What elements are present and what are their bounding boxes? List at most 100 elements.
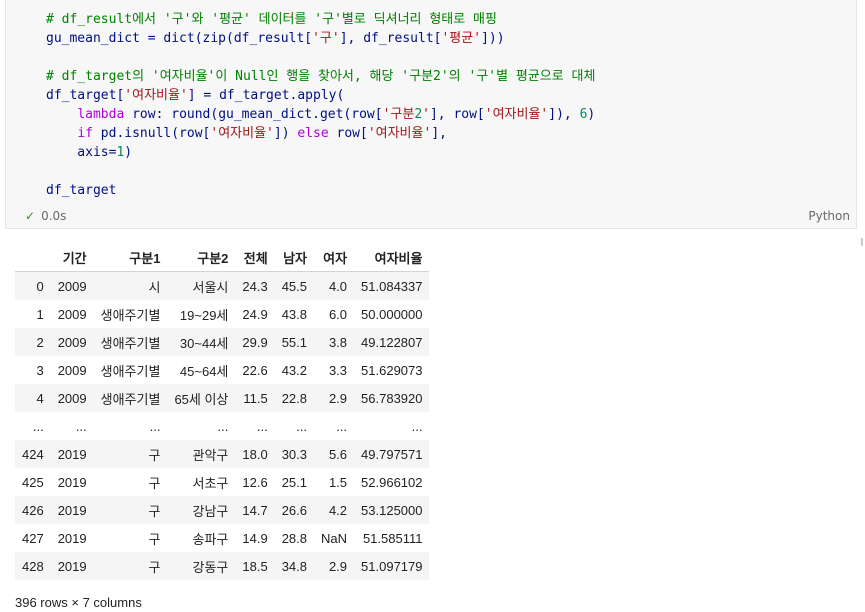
code-text: if pd.isnull(row['여자비율']) else row['여자비율…	[77, 126, 447, 141]
row-index: 428	[22, 558, 44, 574]
table-cell: 2019	[57, 530, 87, 546]
code-editor[interactable]: # df_result에서 '구'와 '평균' 데이터를 '구'별로 딕셔너리 …	[46, 10, 595, 200]
table-cell: 18.0	[242, 446, 268, 462]
row-index: 2	[36, 334, 44, 350]
code-text: df_target['여자비율'] = df_target.apply(	[46, 88, 345, 103]
table-cell: 19~29세	[179, 307, 229, 323]
code-line: df_target	[46, 181, 595, 200]
table-cell: 14.7	[242, 502, 268, 518]
table-cell: 강동구	[192, 559, 229, 575]
column-header: 남자	[274, 243, 315, 272]
execution-time: 0.0s	[41, 209, 67, 223]
table-cell: 2.9	[328, 390, 348, 406]
row-index: ...	[32, 418, 44, 434]
table-cell: ...	[411, 418, 423, 434]
table-cell: NaN	[321, 530, 348, 546]
table-cell: 3.3	[328, 362, 348, 378]
dataframe-shape: 396 rows × 7 columns	[15, 595, 142, 610]
column-header: 구분1	[93, 243, 168, 272]
row-index: 426	[22, 502, 44, 518]
table-cell: 11.5	[243, 390, 268, 406]
column-header: 전체	[235, 243, 275, 272]
table-row: 4 2009 생애주기별 65세 이상 11.5 22.8 2.9 56.783920	[15, 384, 430, 412]
table-cell: 2.9	[328, 558, 348, 574]
table-row: 424 2019 구 관악구 18.0 30.3 5.6 49.797571	[15, 440, 430, 468]
table-cell: 30~44세	[179, 335, 229, 351]
table-row: ........................	[15, 412, 429, 440]
table-cell: 2009	[57, 390, 87, 406]
code-line: gu_mean_dict = dict(zip(df_result['구'], …	[46, 29, 595, 48]
table-cell: 49.797571	[361, 446, 423, 462]
row-index: 0	[36, 278, 44, 294]
table-cell: 50.000000	[361, 306, 423, 322]
table-cell: 4.2	[328, 502, 348, 518]
table-row: 0 2009 시 서울시 24.3 45.5 4.0 51.084337	[15, 271, 430, 300]
column-header: 구분2	[167, 243, 236, 272]
table-cell: 구	[148, 531, 161, 547]
table-cell: 43.2	[281, 362, 308, 378]
table-row: 3 2009 생애주기별 45~64세 22.6 43.2 3.3 51.629073	[15, 356, 429, 384]
table-cell: 28.8	[281, 530, 308, 546]
table-cell: 시	[148, 279, 161, 295]
table-cell: 송파구	[192, 531, 229, 547]
table-cell: 2009	[57, 334, 87, 350]
table-cell: 65세 이상	[174, 391, 229, 407]
row-index: 4	[36, 390, 44, 406]
code-text: gu_mean_dict = dict(zip(df_result['구'], …	[46, 31, 505, 46]
table-cell: 51.629073	[361, 362, 423, 378]
column-header	[15, 243, 51, 272]
code-line: # df_result에서 '구'와 '평균' 데이터를 '구'별로 딕셔너리 …	[46, 10, 595, 29]
table-cell: 49.122807	[361, 334, 423, 350]
table-cell: 25.1	[281, 474, 308, 490]
checkmark-icon: ✓	[25, 209, 36, 223]
table-cell: ...	[75, 418, 87, 434]
table-cell: 24.9	[242, 306, 268, 322]
code-cell[interactable]: # df_result에서 '구'와 '평균' 데이터를 '구'별로 딕셔너리 …	[5, 0, 857, 229]
row-index: 1	[36, 306, 44, 322]
table-header-row: 기간 구분1 구분2 전체 남자 여자 여자비율	[15, 243, 430, 272]
table-cell: 56.783920	[361, 390, 423, 406]
code-line: axis=1)	[46, 143, 595, 162]
table-cell: 2009	[57, 278, 87, 294]
table-cell: 4.0	[328, 278, 348, 294]
table-row: 1 2009 생애주기별 19~29세 24.9 43.8 6.0 50.000000	[15, 300, 429, 328]
row-index: 427	[22, 530, 44, 546]
table-cell: 2019	[57, 502, 87, 518]
table-cell: 5.6	[328, 446, 348, 462]
table-cell: 2019	[57, 474, 87, 490]
code-line: lambda row: round(gu_mean_dict.get(row['…	[46, 105, 595, 124]
table-cell: 2019	[57, 446, 87, 462]
table-cell: 3.8	[328, 334, 348, 350]
column-header: 여자	[314, 243, 355, 272]
table-cell: 2009	[57, 362, 87, 378]
table-cell: 51.084337	[361, 278, 423, 294]
table-cell: 51.097179	[361, 558, 423, 574]
table-cell: ...	[336, 418, 348, 434]
table-cell: ...	[296, 418, 308, 434]
table-cell: ...	[217, 418, 229, 434]
table-cell: 2009	[57, 306, 87, 322]
table-cell: 24.3	[242, 278, 268, 294]
table-cell: 생애주기별	[100, 391, 161, 407]
table-cell: 45.5	[281, 278, 308, 294]
language-label[interactable]: Python	[808, 209, 850, 223]
table-row: 425 2019 구 서초구 12.6 25.1 1.5 52.966102	[15, 468, 429, 496]
table-cell: ...	[149, 418, 161, 434]
table-cell: 구	[148, 475, 161, 491]
table-cell: 45~64세	[179, 363, 229, 379]
code-text: df_target	[46, 183, 117, 198]
code-line: df_target['여자비율'] = df_target.apply(	[46, 86, 595, 105]
table-row: 427 2019 구 송파구 14.9 28.8 NaN 51.585111	[15, 524, 429, 552]
table-cell: 구	[148, 447, 161, 463]
table-cell: 55.1	[281, 334, 308, 350]
output-scroll-handle[interactable]	[861, 238, 863, 246]
table-cell: 26.6	[281, 502, 308, 518]
table-cell: 29.9	[242, 334, 268, 350]
code-text: # df_target의 '여자비율'이 Null인 행을 찾아서, 해당 '구…	[46, 69, 596, 84]
table-cell: 구	[148, 559, 161, 575]
table-cell: 서울시	[192, 279, 229, 295]
table-cell: 52.966102	[361, 474, 423, 490]
table-cell: 생애주기별	[100, 307, 161, 323]
column-header: 여자비율	[354, 243, 430, 272]
